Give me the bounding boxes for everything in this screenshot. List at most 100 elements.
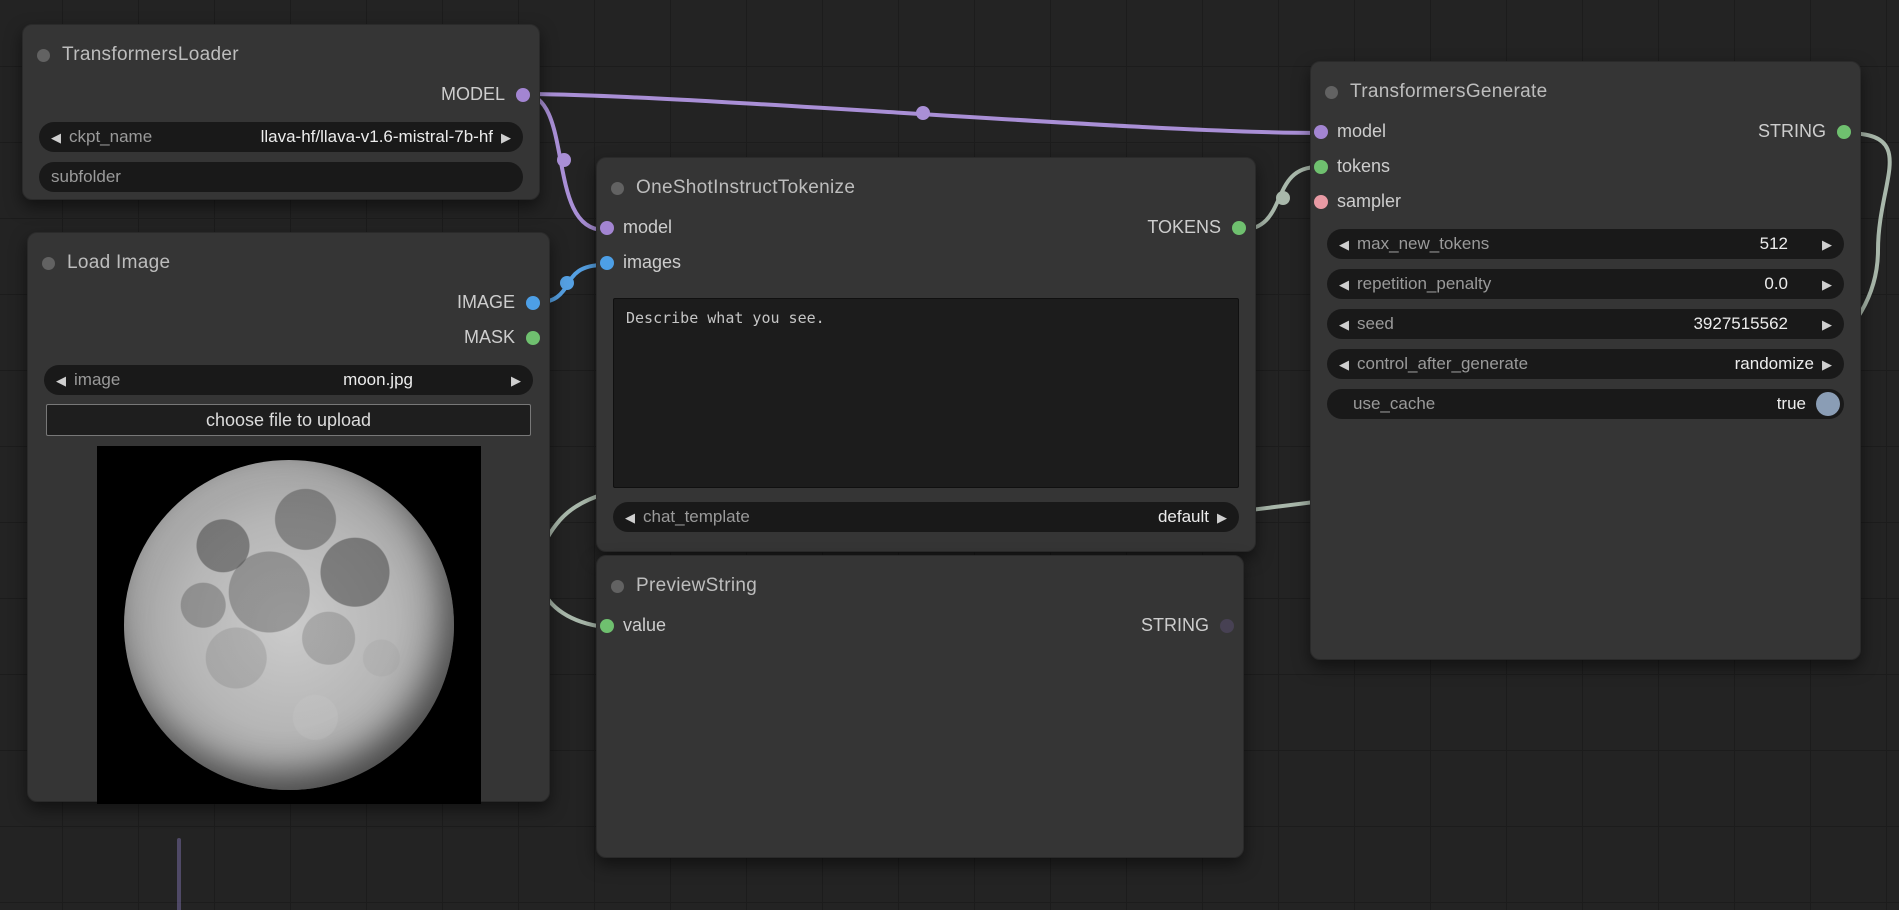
widget-value: 512 <box>1760 234 1788 254</box>
subfolder-input[interactable]: subfolder <box>39 162 523 192</box>
node-title: TransformersLoader <box>62 44 239 66</box>
decrement-arrow-icon[interactable]: ◀ <box>1339 278 1349 291</box>
output-slot-label: IMAGE <box>457 292 515 313</box>
widget-label: ckpt_name <box>69 127 152 147</box>
output-slot-label: STRING <box>1758 121 1826 142</box>
port-images-input[interactable] <box>600 256 614 270</box>
output-slot-label: MASK <box>464 327 515 348</box>
collapse-dot-icon[interactable] <box>37 49 50 62</box>
slot-row: model STRING <box>1311 114 1860 149</box>
widget-label: control_after_generate <box>1357 354 1528 374</box>
node-title-bar: OneShotInstructTokenize <box>597 158 1255 210</box>
increment-arrow-icon[interactable]: ▶ <box>1822 278 1832 291</box>
input-slot-label: tokens <box>1337 156 1390 177</box>
control-after-generate-combo[interactable]: ◀ control_after_generate randomize ▶ <box>1327 349 1844 379</box>
output-slot-label: STRING <box>1141 615 1209 636</box>
port-string-output[interactable] <box>1220 619 1234 633</box>
port-model-input[interactable] <box>1314 125 1328 139</box>
slot-row: model TOKENS <box>597 210 1255 245</box>
chat-template-combo[interactable]: ◀ chat_template default ▶ <box>613 502 1239 532</box>
slot-row: tokens <box>1311 149 1860 184</box>
node-transformers-loader[interactable]: TransformersLoader MODEL ◀ ckpt_name lla… <box>22 24 540 200</box>
choose-file-button[interactable]: choose file to upload <box>46 404 531 436</box>
widget-value: default <box>1158 507 1209 527</box>
decrement-arrow-icon[interactable]: ◀ <box>1339 238 1349 251</box>
image-preview <box>97 446 481 804</box>
collapse-dot-icon[interactable] <box>1325 86 1338 99</box>
node-transformers-generate[interactable]: TransformersGenerate model STRING tokens… <box>1310 61 1861 660</box>
output-slot-row: MODEL <box>23 77 539 112</box>
widget-value: 3927515562 <box>1693 314 1788 334</box>
widget-value: moon.jpg <box>343 370 413 390</box>
decrement-arrow-icon[interactable]: ◀ <box>1339 318 1349 331</box>
slot-row: value STRING <box>597 608 1243 643</box>
combo-left-arrow-icon[interactable]: ◀ <box>625 511 635 524</box>
increment-arrow-icon[interactable]: ▶ <box>1822 238 1832 251</box>
input-slot-label: value <box>623 615 666 636</box>
link-midpoint-dot <box>1276 191 1290 205</box>
combo-right-arrow-icon[interactable]: ▶ <box>1822 358 1832 371</box>
output-slot-label: TOKENS <box>1147 217 1221 238</box>
use-cache-toggle[interactable]: use_cache true <box>1327 389 1844 419</box>
output-slot-label: MODEL <box>441 84 505 105</box>
input-slot-label: sampler <box>1337 191 1401 212</box>
node-title-bar: Load Image <box>28 233 549 285</box>
prompt-textarea[interactable]: Describe what you see. <box>613 298 1239 488</box>
node-title: TransformersGenerate <box>1350 81 1547 103</box>
slot-row: sampler <box>1311 184 1860 219</box>
port-tokens-output[interactable] <box>1232 221 1246 235</box>
repetition-penalty-stepper[interactable]: ◀ repetition_penalty 0.0 ▶ <box>1327 269 1844 299</box>
widget-label: image <box>74 370 120 390</box>
combo-left-arrow-icon[interactable]: ◀ <box>51 131 61 144</box>
widget-value: llava-hf/llava-v1.6-mistral-7b-hf <box>261 127 493 147</box>
input-slot-label: model <box>623 217 672 238</box>
widget-label: chat_template <box>643 507 750 527</box>
toggle-knob[interactable] <box>1816 392 1840 416</box>
widget-label: max_new_tokens <box>1357 234 1489 254</box>
port-image-output[interactable] <box>526 296 540 310</box>
port-value-input[interactable] <box>600 619 614 633</box>
widget-label: subfolder <box>51 167 121 187</box>
max-new-tokens-stepper[interactable]: ◀ max_new_tokens 512 ▶ <box>1327 229 1844 259</box>
node-one-shot-instruct-tokenize[interactable]: OneShotInstructTokenize model TOKENS ima… <box>596 157 1256 552</box>
node-title-bar: TransformersLoader <box>23 25 539 77</box>
widget-value: 0.0 <box>1764 274 1788 294</box>
widget-label: repetition_penalty <box>1357 274 1491 294</box>
combo-left-arrow-icon[interactable]: ◀ <box>1339 358 1349 371</box>
widget-label: use_cache <box>1353 394 1435 414</box>
collapse-dot-icon[interactable] <box>611 182 624 195</box>
widget-label: seed <box>1357 314 1394 334</box>
port-model-output[interactable] <box>516 88 530 102</box>
node-title: PreviewString <box>636 575 757 597</box>
output-slot-row: MASK <box>28 320 549 355</box>
output-slot-row: IMAGE <box>28 285 549 320</box>
increment-arrow-icon[interactable]: ▶ <box>1822 318 1832 331</box>
link-midpoint-dot <box>557 153 571 167</box>
input-slot-label: model <box>1337 121 1386 142</box>
node-graph-canvas[interactable]: TransformersLoader MODEL ◀ ckpt_name lla… <box>0 0 1899 910</box>
link-midpoint-dot <box>560 276 574 290</box>
collapse-dot-icon[interactable] <box>611 580 624 593</box>
slot-row: images <box>597 245 1255 280</box>
collapse-dot-icon[interactable] <box>42 257 55 270</box>
input-slot-label: images <box>623 252 681 273</box>
moon-image <box>124 460 454 790</box>
port-string-output[interactable] <box>1837 125 1851 139</box>
ckpt-name-combo[interactable]: ◀ ckpt_name llava-hf/llava-v1.6-mistral-… <box>39 122 523 152</box>
combo-left-arrow-icon[interactable]: ◀ <box>56 374 66 387</box>
combo-right-arrow-icon[interactable]: ▶ <box>501 131 511 144</box>
node-load-image[interactable]: Load Image IMAGE MASK ◀ image moon.jpg ▶… <box>27 232 550 802</box>
node-title: Load Image <box>67 252 170 274</box>
image-file-combo[interactable]: ◀ image moon.jpg ▶ <box>44 365 533 395</box>
widget-value: true <box>1777 394 1806 414</box>
node-title-bar: PreviewString <box>597 556 1243 608</box>
seed-stepper[interactable]: ◀ seed 3927515562 ▶ <box>1327 309 1844 339</box>
node-preview-string[interactable]: PreviewString value STRING <box>596 555 1244 858</box>
port-tokens-input[interactable] <box>1314 160 1328 174</box>
port-sampler-input[interactable] <box>1314 195 1328 209</box>
combo-right-arrow-icon[interactable]: ▶ <box>1217 511 1227 524</box>
port-model-input[interactable] <box>600 221 614 235</box>
port-mask-output[interactable] <box>526 331 540 345</box>
node-title: OneShotInstructTokenize <box>636 177 855 199</box>
combo-right-arrow-icon[interactable]: ▶ <box>511 374 521 387</box>
